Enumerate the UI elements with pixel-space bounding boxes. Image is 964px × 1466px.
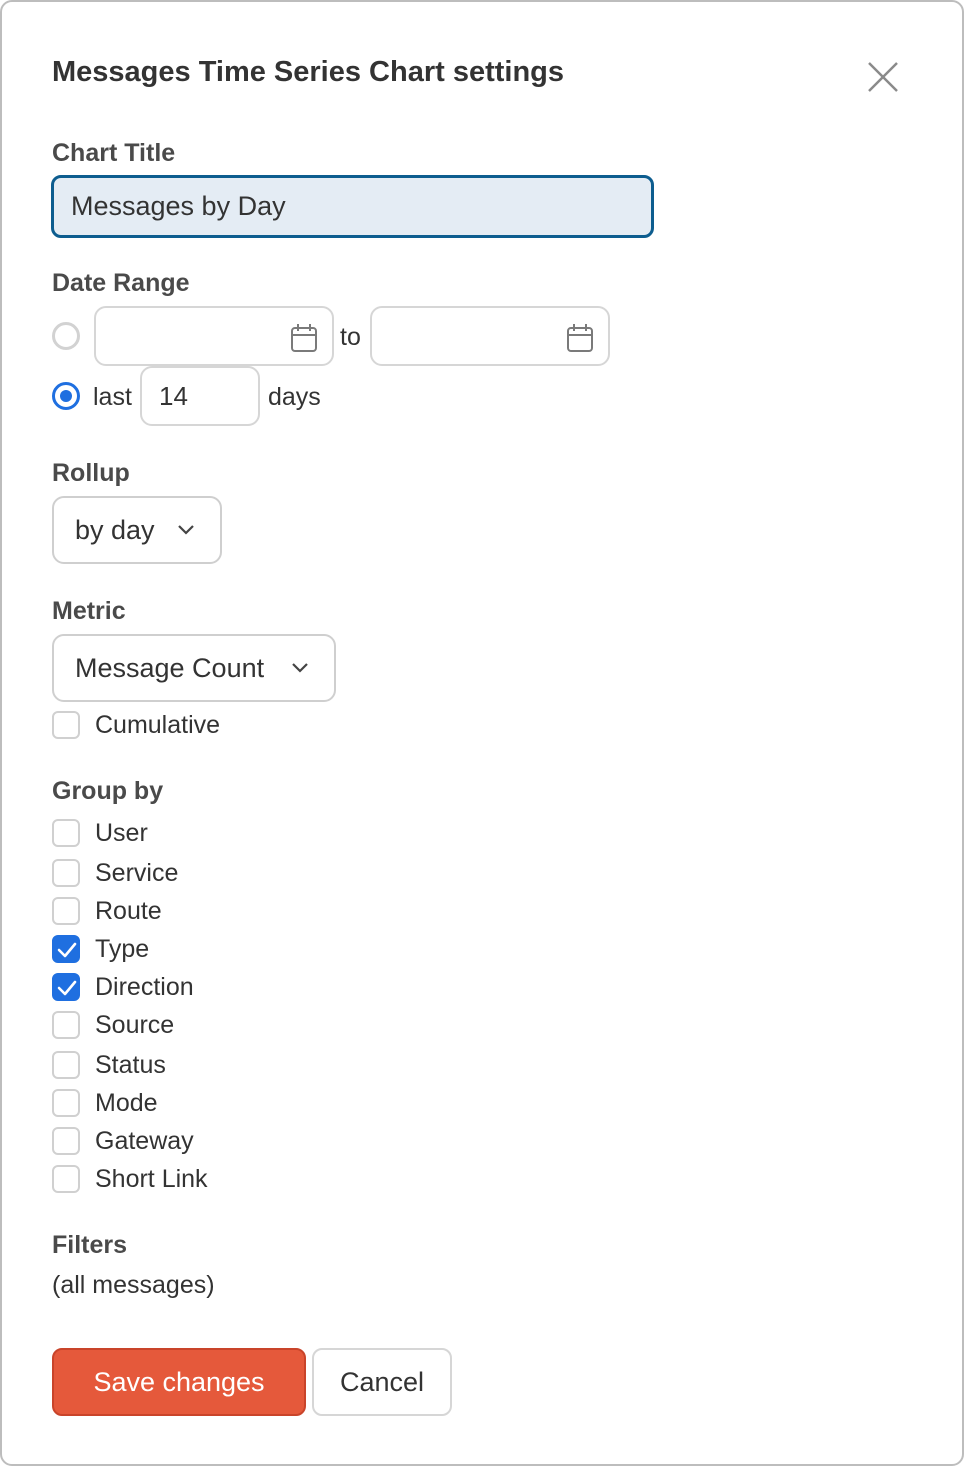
group-by-option[interactable]: Type: [52, 934, 149, 964]
calendar-icon[interactable]: [566, 323, 594, 353]
days-count-input[interactable]: [140, 366, 260, 426]
close-icon[interactable]: [860, 54, 906, 100]
date-range-label: Date Range: [52, 269, 190, 297]
chart-title-input[interactable]: [51, 175, 654, 238]
chart-title-label: Chart Title: [52, 139, 176, 167]
filters-value: (all messages): [52, 1271, 215, 1299]
chart-settings-dialog: Messages Time Series Chart settings Char…: [0, 0, 964, 1466]
group-by-checkbox[interactable]: [52, 1089, 80, 1117]
chevron-down-icon: [292, 663, 308, 673]
group-by-option[interactable]: Source: [52, 1010, 174, 1040]
cumulative-label: Cumulative: [95, 711, 221, 739]
checkmark-icon: [57, 942, 77, 958]
rollup-label: Rollup: [52, 459, 130, 487]
group-by-option[interactable]: Direction: [52, 972, 194, 1002]
chevron-down-icon: [178, 525, 194, 535]
group-by-checkbox[interactable]: [52, 973, 80, 1001]
group-by-option[interactable]: Short Link: [52, 1164, 208, 1194]
group-by-option-label: Mode: [95, 1089, 158, 1117]
group-by-option-label: Direction: [95, 973, 194, 1001]
group-by-option[interactable]: Service: [52, 858, 178, 888]
cumulative-option[interactable]: Cumulative: [52, 710, 220, 740]
group-by-checkbox[interactable]: [52, 1165, 80, 1193]
group-by-option[interactable]: User: [52, 818, 148, 848]
group-by-option-label: User: [95, 819, 148, 847]
group-by-option-label: Service: [95, 859, 179, 887]
group-by-checkbox[interactable]: [52, 897, 80, 925]
date-to-label: to: [340, 323, 361, 351]
last-days-radio[interactable]: [52, 382, 80, 410]
group-by-option-label: Type: [95, 935, 150, 963]
last-label: last: [93, 383, 132, 411]
save-button[interactable]: Save changes: [52, 1348, 306, 1416]
group-by-option-label: Gateway: [95, 1127, 194, 1155]
metric-select[interactable]: Message Count: [52, 634, 336, 702]
group-by-label: Group by: [52, 777, 164, 805]
group-by-checkbox[interactable]: [52, 819, 80, 847]
group-by-option[interactable]: Mode: [52, 1088, 158, 1118]
days-label: days: [268, 383, 321, 411]
group-by-checkbox[interactable]: [52, 1127, 80, 1155]
group-by-option[interactable]: Gateway: [52, 1126, 194, 1156]
group-by-checkbox[interactable]: [52, 935, 80, 963]
date-from-input[interactable]: [94, 306, 334, 366]
dialog-title: Messages Time Series Chart settings: [52, 56, 565, 88]
rollup-select[interactable]: by day: [52, 496, 222, 564]
cumulative-checkbox[interactable]: [52, 711, 80, 739]
metric-selected-value: Message Count: [75, 652, 265, 683]
rollup-selected-value: by day: [75, 514, 155, 545]
custom-range-radio[interactable]: [52, 322, 80, 350]
group-by-checkbox[interactable]: [52, 859, 80, 887]
cancel-button[interactable]: Cancel: [312, 1348, 452, 1416]
group-by-option-label: Status: [95, 1051, 166, 1079]
filters-label: Filters: [52, 1231, 128, 1259]
date-to-input[interactable]: [370, 306, 610, 366]
checkmark-icon: [57, 980, 77, 996]
group-by-option[interactable]: Route: [52, 896, 162, 926]
calendar-icon[interactable]: [290, 323, 318, 353]
metric-label: Metric: [52, 597, 126, 625]
group-by-option-label: Route: [95, 897, 162, 925]
group-by-checkbox[interactable]: [52, 1011, 80, 1039]
group-by-option-label: Source: [95, 1011, 175, 1039]
group-by-checkbox[interactable]: [52, 1051, 80, 1079]
group-by-option-label: Short Link: [95, 1165, 208, 1193]
group-by-option[interactable]: Status: [52, 1050, 166, 1080]
close-button[interactable]: [860, 54, 906, 100]
